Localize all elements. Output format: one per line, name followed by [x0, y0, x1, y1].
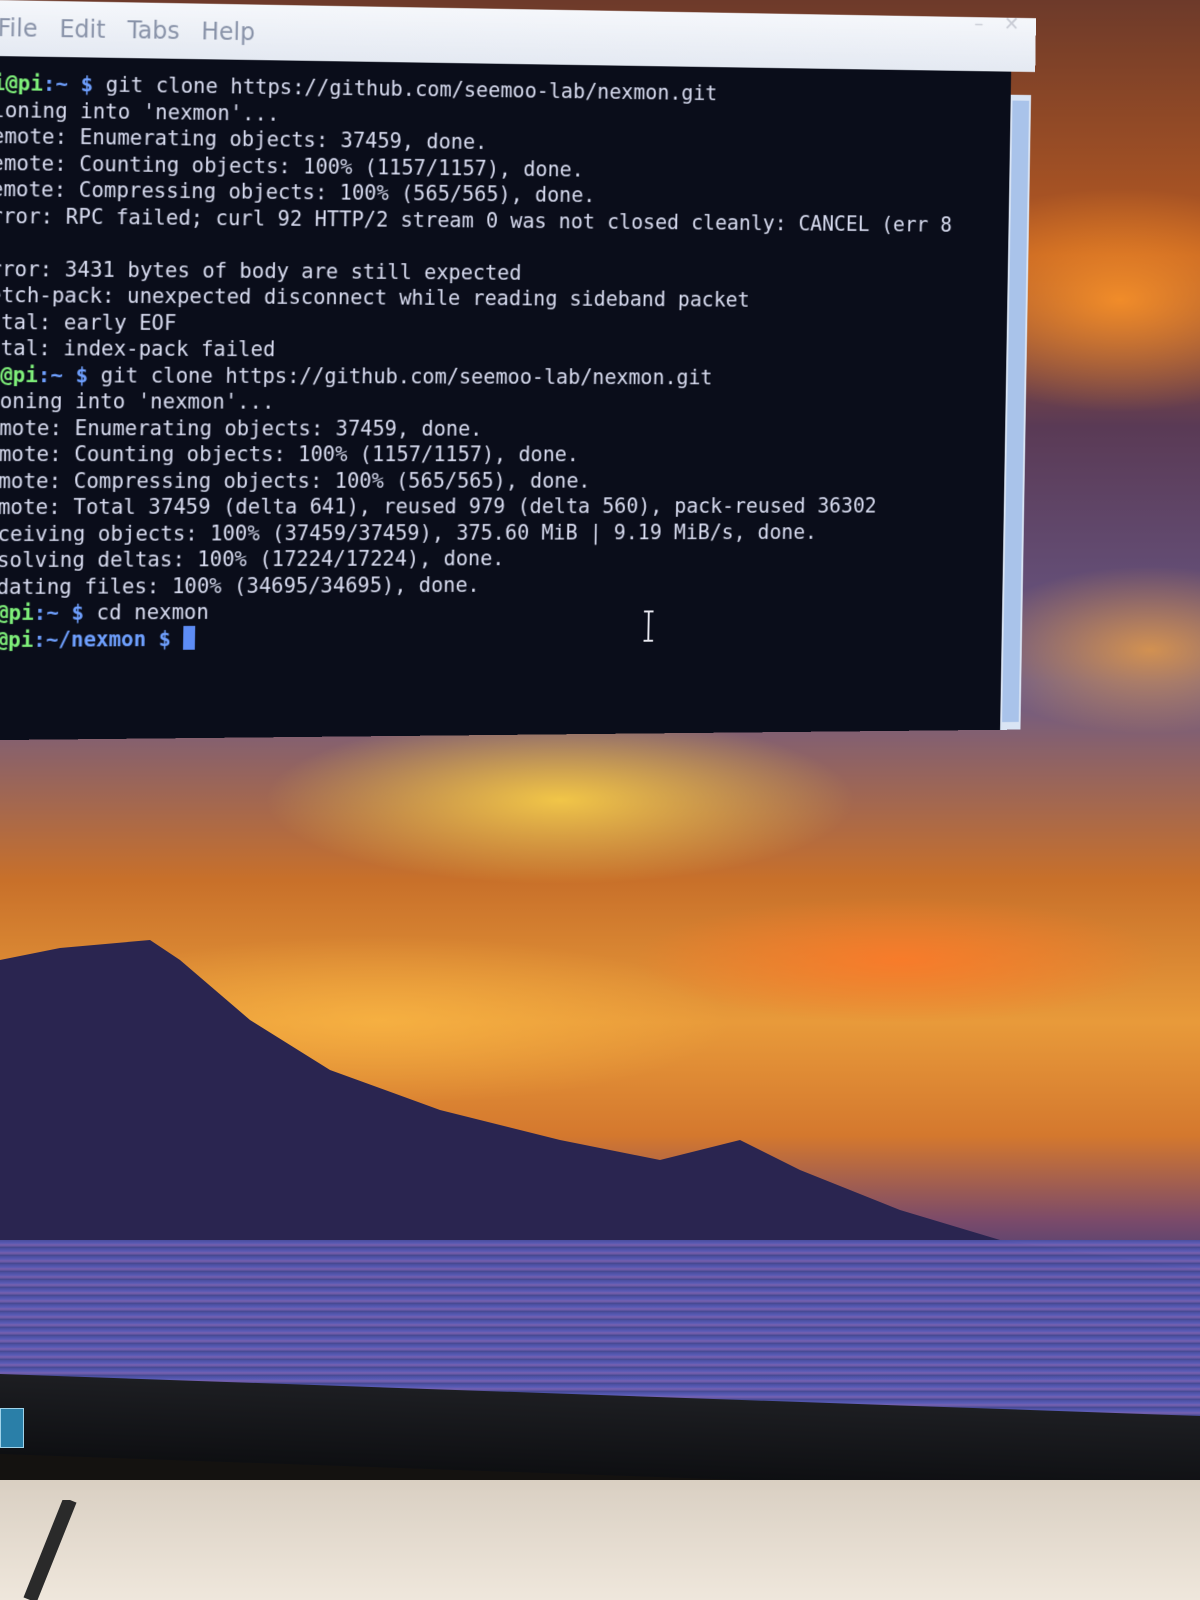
prompt-symbol: $ [67, 72, 106, 97]
terminal-line: emote: Compressing objects: 100% (565/56… [0, 468, 1005, 495]
terminal-line: emote: Counting objects: 100% (1157/1157… [0, 441, 1005, 468]
terminal-output[interactable]: i@pi:~ $ git clone https://github.com/se… [0, 55, 1012, 741]
prompt-path: :~/nexmon [33, 626, 147, 652]
menu-edit[interactable]: Edit [59, 15, 127, 44]
terminal-line: emote: Total 37459 (delta 641), reused 9… [0, 493, 1004, 521]
terminal-line: i@pi:~/nexmon $ [0, 621, 1002, 654]
close-icon[interactable]: ✕ [1004, 12, 1020, 35]
output-text: emote: Enumerating objects: 37459, done. [0, 415, 483, 441]
output-text: emote: Compressing objects: 100% (565/56… [0, 468, 591, 493]
output-text: emote: Enumerating objects: 37459, done. [0, 123, 488, 154]
output-text: emote: Compressing objects: 100% (565/56… [0, 176, 596, 208]
output-text: loning into 'nexmon'... [0, 97, 280, 126]
energy-star-logo [0, 1408, 24, 1448]
prompt-symbol: $ [58, 600, 97, 625]
terminal-line: atal: index-pack failed [0, 335, 1007, 366]
terminal-line: i@pi:~ $ git clone https://github.com/se… [0, 362, 1006, 392]
prompt-user: i@pi [0, 627, 34, 652]
ibeam-cursor-icon [642, 610, 656, 641]
terminal-window[interactable]: File Edit Tabs Help – ✕ i@pi:~ $ git clo… [0, 0, 1037, 741]
prompt-path: :~ [33, 600, 60, 625]
command-text: cd nexmon [96, 600, 210, 625]
terminal-line: loning into 'nexmon'... [0, 388, 1006, 417]
output-text: etch-pack: unexpected disconnect while r… [0, 283, 750, 312]
output-text: atal: early EOF [0, 309, 177, 335]
output-text: rror: 3431 bytes of body are still expec… [0, 256, 522, 285]
prompt-symbol: $ [62, 362, 101, 387]
menu-help[interactable]: Help [201, 18, 277, 47]
output-text: pdating files: 100% (34695/34695), done. [0, 572, 480, 599]
prompt-symbol: $ [145, 626, 184, 651]
minimize-icon[interactable]: – [974, 11, 984, 34]
prompt-path: :~ [42, 71, 69, 97]
text-cursor [183, 625, 196, 650]
output-text: esolving deltas: 100% (17224/17224), don… [0, 546, 505, 573]
output-text: emote: Counting objects: 100% (1157/1157… [0, 442, 580, 467]
menu-tabs[interactable]: Tabs [127, 16, 202, 45]
wallpaper-mountain [0, 940, 1200, 1280]
prompt-user: i@pi [0, 600, 34, 626]
prompt-user: i@pi [0, 70, 44, 96]
prompt-user: i@pi [0, 362, 39, 387]
terminal-line: emote: Enumerating objects: 37459, done. [0, 415, 1005, 442]
output-text: loning into 'nexmon'... [0, 389, 275, 414]
desk-surface [0, 1480, 1200, 1600]
output-text: eceiving objects: 100% (37459/37459), 37… [0, 519, 818, 546]
terminal-line: eceiving objects: 100% (37459/37459), 37… [0, 519, 1004, 548]
command-text: git clone https://github.com/seemoo-lab/… [100, 362, 713, 389]
output-text: emote: Total 37459 (delta 641), reused 9… [0, 494, 877, 520]
monitor-cable [23, 1500, 77, 1600]
output-text: atal: index-pack failed [0, 336, 276, 362]
menu-file[interactable]: File [0, 14, 60, 43]
window-controls: – ✕ [974, 11, 1019, 35]
prompt-path: :~ [37, 362, 64, 387]
